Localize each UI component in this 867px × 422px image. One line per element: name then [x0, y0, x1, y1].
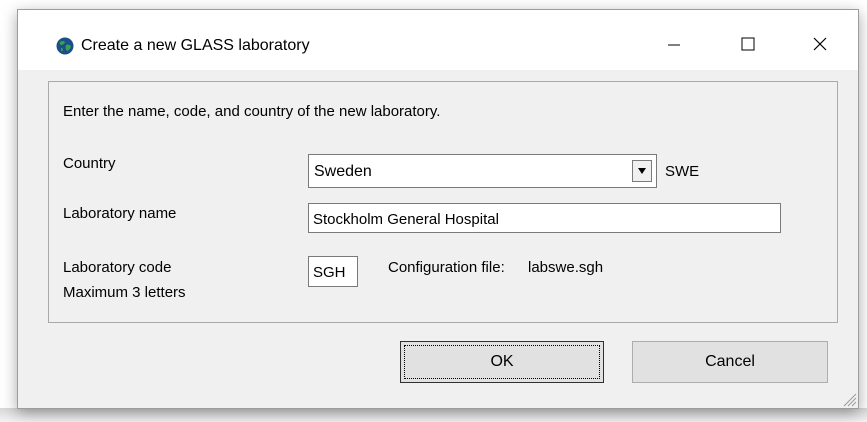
chevron-down-icon: [638, 168, 646, 174]
lab-name-input[interactable]: Stockholm General Hospital: [308, 203, 781, 233]
cancel-button[interactable]: Cancel: [632, 341, 828, 383]
dropdown-arrow-button[interactable]: [632, 160, 652, 182]
maximize-icon: [741, 37, 755, 51]
instructions-text: Enter the name, code, and country of the…: [63, 103, 441, 120]
title-bar[interactable]: Create a new GLASS laboratory: [18, 10, 858, 70]
lab-name-value: Stockholm General Hospital: [313, 211, 499, 228]
lab-name-label: Laboratory name: [63, 205, 177, 222]
country-label: Country: [63, 155, 116, 172]
config-file-value: labswe.sgh: [528, 259, 604, 276]
focus-rectangle: [404, 345, 600, 379]
lab-code-hint: Maximum 3 letters: [63, 284, 186, 301]
window-title: Create a new GLASS laboratory: [81, 37, 310, 54]
config-file-label: Configuration file:: [388, 259, 505, 276]
desktop-background: [0, 408, 867, 422]
country-select-value: Sweden: [314, 163, 372, 180]
lab-code-input[interactable]: SGH: [308, 256, 358, 287]
ok-button[interactable]: OK: [400, 341, 604, 383]
resize-grip-icon[interactable]: [841, 391, 857, 407]
globe-icon: [56, 37, 74, 55]
lab-code-label: Laboratory code: [63, 259, 172, 276]
country-select[interactable]: Sweden: [308, 154, 657, 188]
close-icon: [813, 37, 827, 51]
minimize-icon: [668, 44, 680, 46]
minimize-button[interactable]: [654, 26, 694, 62]
cancel-button-label: Cancel: [705, 353, 755, 370]
country-code-text: SWE: [665, 163, 700, 180]
dialog-window: Create a new GLASS laboratory Enter the …: [17, 9, 859, 409]
maximize-button[interactable]: [728, 26, 768, 62]
screen: Create a new GLASS laboratory Enter the …: [0, 0, 867, 422]
close-button[interactable]: [800, 26, 840, 62]
lab-code-value: SGH: [313, 264, 346, 281]
